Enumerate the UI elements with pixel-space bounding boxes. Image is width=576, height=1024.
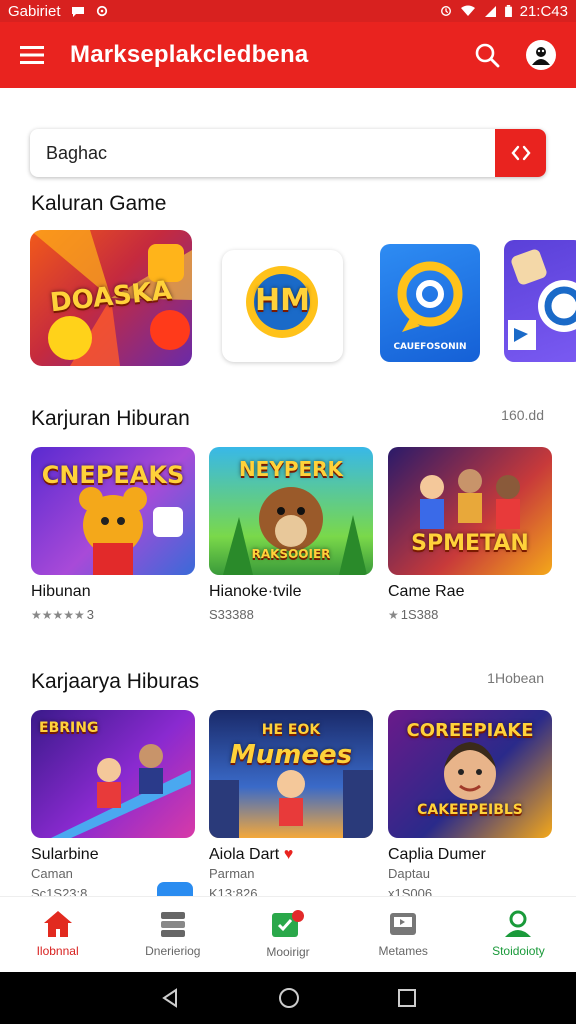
nav-label: Mooirigr (266, 944, 310, 959)
game-name: Caplia Dumer (388, 846, 486, 863)
game-art-title: Mumees (229, 740, 353, 770)
game-card[interactable]: CNEPEAKS Hibunan ★★★★★ 3 (31, 447, 195, 622)
games-icon (272, 909, 304, 937)
featured-app-tile[interactable]: DOASKA (30, 230, 192, 366)
clock-label: 21:C43 (519, 2, 568, 20)
profile-avatar-button[interactable] (526, 40, 556, 70)
featured-art-text: CAUEFOSONIN (393, 342, 467, 352)
wifi-icon (460, 5, 475, 16)
recents-icon[interactable] (397, 988, 417, 1008)
game-thumbnail: HE EOK Mumees (209, 710, 373, 838)
game-rating: S33388 (209, 607, 254, 622)
nav-label: Ilobnnal (36, 943, 79, 958)
floating-badge[interactable] (157, 882, 193, 896)
bottom-navigation: Ilobnnal Dnerieriog Mooirigr Metames Sto… (0, 896, 576, 970)
game-card[interactable]: NEYPERK RAKSOOIER Hianoke·tvile S33388 (209, 447, 373, 622)
game-name: Aiola Dart ♥ (209, 846, 294, 863)
hamburger-icon (20, 46, 44, 64)
home-icon (43, 910, 72, 937)
alarm-icon (440, 6, 451, 16)
game-rating: ★ 1S388 (388, 607, 439, 622)
game-thumbnail: SPMETAN (388, 447, 552, 575)
featured-app-tile[interactable] (504, 240, 576, 362)
game-thumbnail: COREEPIAKE CAKEEPEIBLS (388, 710, 552, 838)
section-title-hiburan: Karjuran Hiburan (31, 407, 190, 430)
battery-icon (504, 5, 512, 17)
nav-label: Dnerieriog (145, 943, 201, 958)
nav-item-home[interactable]: Ilobnnal (0, 897, 115, 970)
home-circle-icon[interactable] (278, 987, 300, 1009)
categories-icon (160, 911, 185, 937)
nav-label: Stoidoioty (492, 943, 545, 958)
featured-art-4 (508, 249, 576, 350)
game-rating: ★★★★★ 3 (31, 607, 95, 622)
game-name: Hibunan (31, 583, 91, 600)
app-title: Markseplakcledbena (70, 41, 309, 68)
account-icon (505, 910, 532, 937)
star-icon: ★ (388, 607, 399, 622)
carrier-label: Gabiriet (8, 2, 61, 20)
game-thumbnail: NEYPERK RAKSOOIER (209, 447, 373, 575)
game-category: Caman (31, 866, 73, 881)
section-more-link[interactable]: 1Hobean (487, 670, 544, 686)
game-art-subtitle: RAKSOOIER (251, 547, 331, 561)
game-name: Hianoke·tvile (209, 583, 302, 600)
section-title-karjaarya: Karjaarya Hiburas (31, 670, 200, 693)
search-bar (30, 129, 546, 177)
search-submit-button[interactable] (495, 129, 546, 177)
featured-app-tile[interactable]: CAUEFOSONIN (380, 244, 480, 362)
game-card[interactable]: HE EOK Mumees Aiola Dart ♥ Parman K13:82… (209, 710, 373, 901)
game-art-title: COREEPIAKE (406, 720, 534, 741)
game-art-subtitle: CAKEEPEIBLS (417, 802, 523, 818)
movies-icon (390, 912, 417, 935)
section-more-link[interactable]: 160.dd (501, 407, 544, 423)
code-arrows-icon (510, 145, 531, 161)
system-navigation-bar (0, 972, 576, 1024)
star-icon: ★★★★★ (31, 607, 85, 622)
featured-art-text: HM (255, 283, 310, 318)
sync-icon (96, 5, 107, 17)
game-card[interactable]: COREEPIAKE CAKEEPEIBLS Caplia Dumer Dapt… (388, 710, 552, 901)
game-art-title: NEYPERK (238, 457, 344, 481)
search-input[interactable] (30, 129, 495, 177)
game-art-top: HE EOK (261, 722, 321, 738)
game-name: Sularbine (31, 846, 99, 863)
game-category: Parman (209, 866, 255, 881)
nav-item-categories[interactable]: Dnerieriog (115, 897, 230, 970)
back-icon[interactable] (159, 987, 181, 1009)
game-card[interactable]: EBRING Sularbine Caman Sc1S23:8 (31, 710, 195, 901)
game-thumbnail: CNEPEAKS (31, 447, 195, 575)
nav-item-movies[interactable]: Metames (346, 897, 461, 970)
notification-icon (71, 7, 84, 17)
heart-icon: ♥ (283, 846, 294, 863)
featured-apps-row: DOASKA HM CAUEFOSONIN (30, 230, 576, 370)
app-bar: Markseplakcledbena (0, 22, 576, 88)
section-title-featured: Kaluran Game (31, 192, 167, 215)
nav-item-games[interactable]: Mooirigr (230, 897, 345, 970)
signal-icon (484, 6, 496, 17)
game-art-title: SPMETAN (411, 531, 529, 556)
game-card[interactable]: SPMETAN Came Rae ★ 1S388 (388, 447, 552, 622)
menu-button[interactable] (0, 22, 64, 88)
avatar-icon (532, 47, 550, 65)
game-category: Daptau (388, 866, 430, 881)
search-icon[interactable] (474, 42, 500, 68)
featured-app-tile[interactable]: HM (222, 250, 343, 362)
game-thumbnail: EBRING (31, 710, 195, 838)
game-art-title: CNEPEAKS (41, 461, 185, 489)
status-bar: Gabiriet 21:C43 (0, 0, 576, 22)
nav-item-account[interactable]: Stoidoioty (461, 897, 576, 970)
game-art-title: EBRING (39, 720, 99, 736)
game-name: Came Rae (388, 583, 465, 600)
nav-label: Metames (378, 943, 428, 958)
